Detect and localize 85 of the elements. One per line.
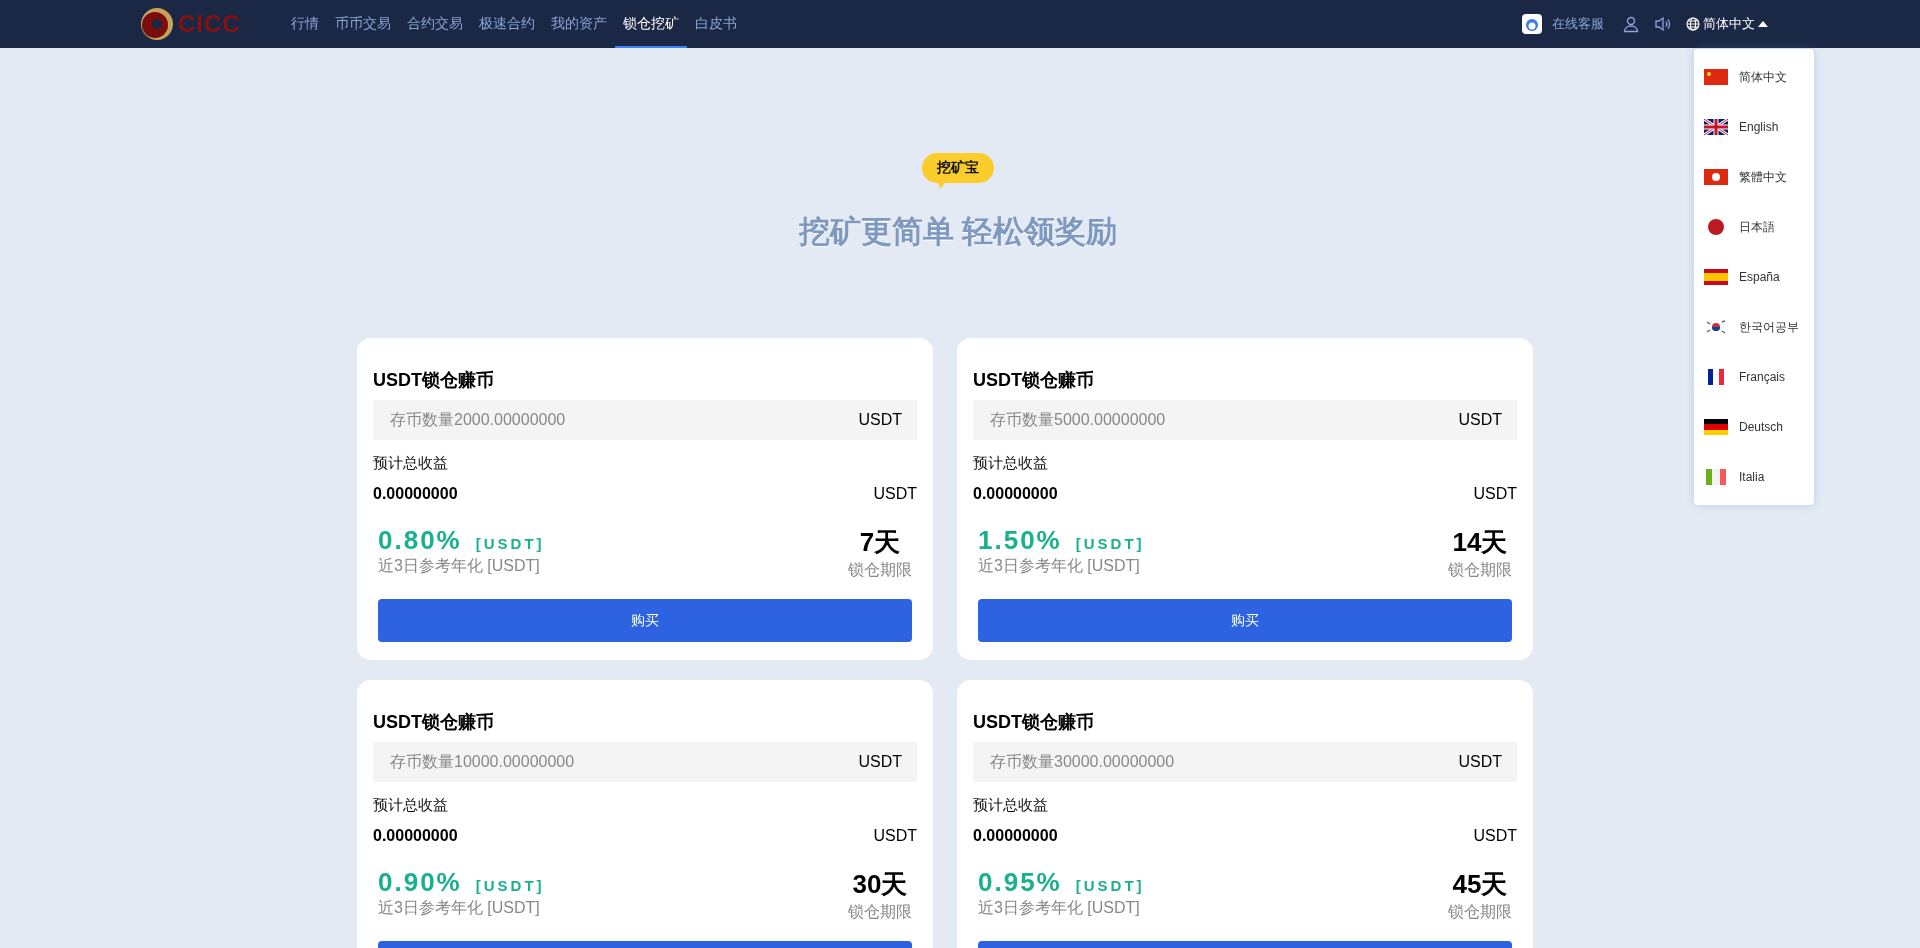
nav-link[interactable]: 我的资产 [543, 0, 615, 48]
estimate-value: 0.00000000 [973, 827, 1058, 845]
amount-input-field[interactable]: 存币数量10000.00000000 [388, 752, 859, 772]
support-avatar-icon[interactable] [1522, 14, 1542, 34]
amount-field[interactable]: 存币数量5000.00000000 USDT [973, 400, 1517, 440]
estimate-value: 0.00000000 [373, 485, 458, 503]
bubble-tail-icon [938, 182, 946, 189]
amount-field[interactable]: 存币数量10000.00000000 USDT [373, 742, 917, 782]
annual-rate: 0.90% [378, 867, 462, 898]
rate-label: 近3日参考年化 [USDT] [378, 898, 541, 918]
language-option[interactable]: 日本語 [1694, 202, 1814, 252]
estimate-unit: USDT [873, 827, 917, 845]
language-option[interactable]: Italia [1694, 452, 1814, 502]
estimate-unit: USDT [1473, 485, 1517, 503]
language-option[interactable]: 한국어공부 [1694, 302, 1814, 352]
badge-bubble: 挖矿宝 [922, 153, 994, 183]
annual-rate: 1.50% [978, 525, 1062, 556]
language-option[interactable]: Français [1694, 352, 1814, 402]
estimate-label: 预计总收益 [373, 454, 449, 473]
logo-icon [140, 7, 174, 41]
buy-button[interactable]: 购买 [978, 599, 1512, 642]
estimate-value: 0.00000000 [973, 485, 1058, 503]
buy-button[interactable]: 购买 [378, 599, 912, 642]
language-option[interactable]: 繁體中文 [1694, 152, 1814, 202]
rate-unit: [USDT] [475, 535, 545, 552]
language-option[interactable]: 简体中文 [1694, 52, 1814, 102]
rate-unit: [USDT] [1075, 877, 1145, 894]
flag-icon [1704, 169, 1728, 185]
nav-link[interactable]: 合约交易 [399, 0, 471, 48]
term-label: 锁仓期限 [848, 560, 912, 580]
flag-icon [1704, 269, 1728, 285]
term-label: 锁仓期限 [1448, 560, 1512, 580]
nav-link[interactable]: 币币交易 [327, 0, 399, 48]
annual-rate: 0.95% [978, 867, 1062, 898]
rate-unit: [USDT] [475, 877, 545, 894]
caret-up-icon [1758, 21, 1768, 27]
lock-term: 45天 [1452, 868, 1508, 901]
flag-icon [1704, 69, 1728, 85]
globe-icon [1686, 17, 1700, 31]
estimate-label: 预计总收益 [973, 454, 1049, 473]
amount-unit: USDT [858, 753, 902, 771]
annual-rate: 0.80% [378, 525, 462, 556]
amount-input-field[interactable]: 存币数量30000.00000000 [988, 752, 1459, 772]
amount-field[interactable]: 存币数量30000.00000000 USDT [973, 742, 1517, 782]
logo-text: CICC [178, 10, 241, 38]
amount-unit: USDT [1458, 411, 1502, 429]
lock-term: 7天 [859, 526, 901, 559]
rate-label: 近3日参考年化 [USDT] [378, 556, 541, 576]
online-support-link[interactable]: 在线客服 [1552, 15, 1604, 33]
amount-input-field[interactable]: 存币数量2000.00000000 [388, 410, 859, 430]
nav-link[interactable]: 白皮书 [687, 0, 745, 48]
nav-link[interactable]: 锁仓挖矿 [615, 0, 687, 48]
estimate-unit: USDT [873, 485, 917, 503]
rate-label: 近3日参考年化 [USDT] [978, 556, 1141, 576]
term-label: 锁仓期限 [848, 902, 912, 922]
flag-icon [1704, 319, 1728, 335]
estimate-unit: USDT [1473, 827, 1517, 845]
hero-title: 挖矿更简单 轻松领奖励 [798, 213, 1118, 251]
card-title: USDT锁仓赚币 [973, 369, 1095, 392]
flag-icon [1704, 419, 1728, 435]
card-title: USDT锁仓赚币 [373, 369, 495, 392]
language-option[interactable]: España [1694, 252, 1814, 302]
user-icon[interactable] [1622, 15, 1640, 33]
flag-icon [1704, 119, 1728, 135]
lock-term: 14天 [1452, 526, 1508, 559]
speaker-icon[interactable] [1654, 15, 1672, 33]
language-option[interactable]: Deutsch [1694, 402, 1814, 452]
nav-link[interactable]: 行情 [283, 0, 327, 48]
lock-term: 30天 [852, 868, 908, 901]
amount-unit: USDT [1458, 753, 1502, 771]
estimate-label: 预计总收益 [973, 796, 1049, 815]
flag-icon [1704, 469, 1728, 485]
card-title: USDT锁仓赚币 [973, 711, 1095, 734]
amount-input-field[interactable]: 存币数量5000.00000000 [988, 410, 1459, 430]
estimate-label: 预计总收益 [373, 796, 449, 815]
rate-label: 近3日参考年化 [USDT] [978, 898, 1141, 918]
amount-unit: USDT [858, 411, 902, 429]
rate-unit: [USDT] [1075, 535, 1145, 552]
term-label: 锁仓期限 [1448, 902, 1512, 922]
amount-field[interactable]: 存币数量2000.00000000 USDT [373, 400, 917, 440]
card-title: USDT锁仓赚币 [373, 711, 495, 734]
estimate-value: 0.00000000 [373, 827, 458, 845]
nav-link[interactable]: 极速合约 [471, 0, 543, 48]
language-option[interactable]: English [1694, 102, 1814, 152]
language-selector[interactable]: 简体中文 [1686, 15, 1768, 33]
